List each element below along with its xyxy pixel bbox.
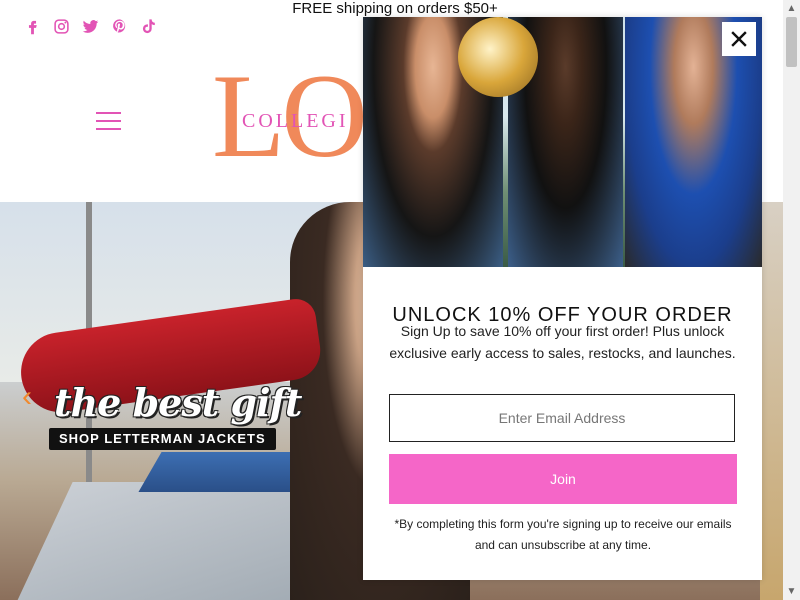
pinterest-icon[interactable]: [111, 18, 128, 35]
close-popup-button[interactable]: [722, 22, 756, 56]
email-signup-popup: UNLOCK 10% OFF YOUR ORDER Sign Up to sav…: [363, 17, 762, 580]
balloon-graphic: [458, 17, 538, 97]
page-scrollbar[interactable]: ▲ ▼: [783, 0, 800, 600]
email-field[interactable]: [389, 394, 735, 442]
site-logo[interactable]: LO COLLEGI: [212, 70, 372, 172]
scrollbar-thumb[interactable]: [786, 17, 797, 67]
instagram-icon[interactable]: [53, 18, 70, 35]
popup-disclaimer: *By completing this form you're signing …: [394, 517, 732, 552]
twitter-icon[interactable]: [82, 18, 99, 35]
scroll-down-icon[interactable]: ▼: [783, 583, 800, 600]
logo-wordmark: COLLEGI: [242, 110, 349, 132]
join-button[interactable]: Join: [389, 454, 737, 504]
close-icon: [731, 31, 747, 47]
facebook-icon[interactable]: [24, 18, 41, 35]
hero-title: the best gift: [54, 380, 302, 425]
scroll-up-icon[interactable]: ▲: [783, 0, 800, 17]
popup-subtext: Sign Up to save 10% off your first order…: [389, 323, 736, 361]
announcement-line-1: FREE shipping on orders $50+: [292, 0, 498, 17]
popup-image: [363, 17, 762, 267]
social-links: [24, 18, 157, 35]
carousel-prev-icon[interactable]: ‹: [22, 382, 32, 412]
tiktok-icon[interactable]: [140, 18, 157, 35]
menu-hamburger-icon[interactable]: [96, 110, 122, 132]
shop-letterman-jackets-button[interactable]: SHOP LETTERMAN JACKETS: [49, 428, 276, 450]
